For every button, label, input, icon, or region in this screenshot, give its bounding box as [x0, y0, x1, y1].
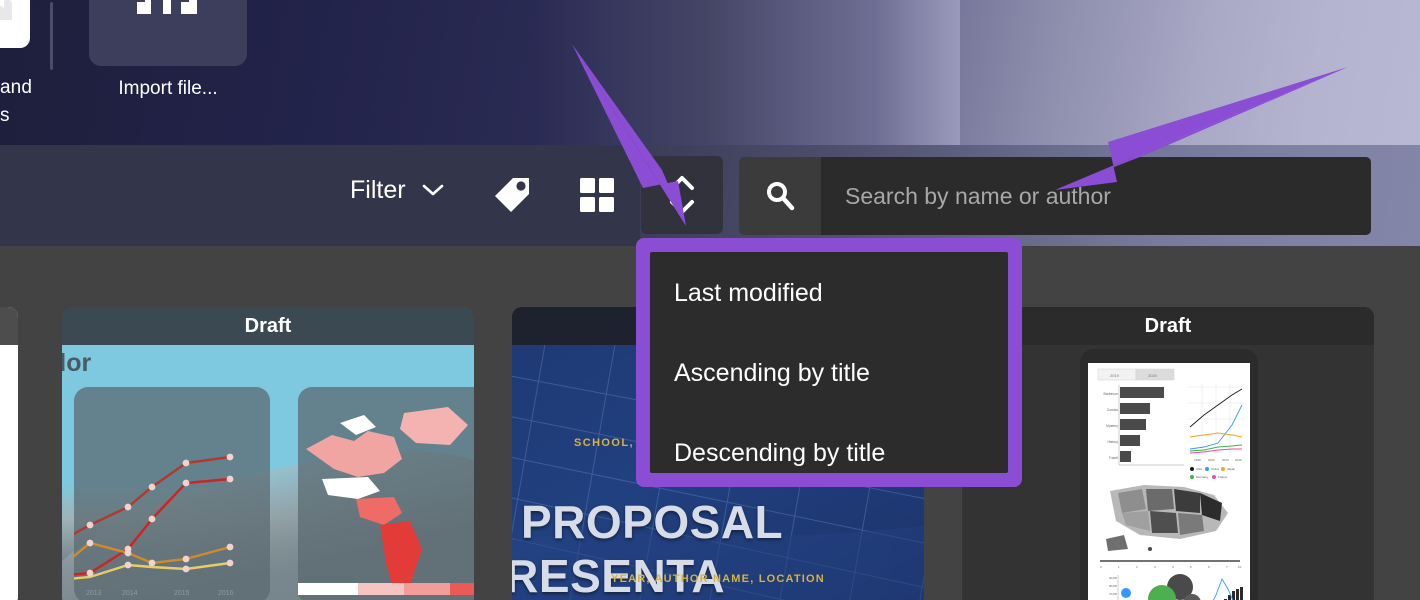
left-partial-label-line2: s: [0, 105, 10, 126]
svg-text:7: 7: [1226, 565, 1228, 569]
card-status-badge: Draft: [962, 307, 1374, 345]
device-frame: 2019 2020 Barbecue Comics Mystery Histor…: [1080, 349, 1258, 600]
sort-up-down-icon: [670, 176, 694, 214]
svg-text:5: 5: [1190, 565, 1192, 569]
svg-text:2: 2: [1136, 565, 1138, 569]
sort-option-last-modified[interactable]: Last modified: [674, 278, 1008, 358]
world-map-panel: [298, 387, 474, 600]
svg-text:0: 0: [1100, 565, 1102, 569]
sort-dropdown-list: Last modified Ascending by title Descend…: [650, 252, 1008, 473]
svg-text:4: 4: [1172, 565, 1174, 569]
filter-dropdown-button[interactable]: Filter: [350, 175, 444, 205]
card-thumbnail: olor: [62, 345, 474, 600]
header-divider: [50, 2, 53, 70]
svg-text:China: China: [1211, 467, 1219, 471]
import-brackets-icon: [137, 0, 197, 14]
search-bar: [739, 157, 1371, 235]
document-card[interactable]: Draft olor: [62, 307, 474, 600]
document-card[interactable]: [0, 307, 18, 600]
filter-label: Filter: [350, 176, 406, 204]
app-root: and s Import file... Filter Search by na…: [0, 0, 1420, 600]
world-map-chart: [298, 407, 474, 595]
tag-icon: [495, 178, 529, 212]
chart-hand-icon: [0, 0, 12, 20]
search-input[interactable]: [821, 157, 1371, 235]
card-thumbnail: 2019 2020 Barbecue Comics Mystery Histor…: [962, 345, 1374, 600]
svg-text:2013: 2013: [86, 590, 102, 597]
card-status-badge: [0, 307, 18, 345]
svg-text:80,000: 80,000: [1109, 584, 1117, 588]
grid-view-icon: [580, 178, 614, 212]
svg-text:2020: 2020: [1148, 373, 1158, 378]
card-thumbnail: [0, 345, 18, 600]
svg-text:1990: 1990: [1194, 458, 1201, 462]
search-submit-button[interactable]: [739, 157, 821, 235]
tag-filter-button[interactable]: [471, 156, 553, 234]
sort-option-descending[interactable]: Descending by title: [674, 438, 1008, 518]
svg-text:90,000: 90,000: [1109, 576, 1117, 580]
svg-text:2000: 2000: [1208, 458, 1215, 462]
svg-text:USA: USA: [1196, 467, 1202, 471]
svg-text:Germany: Germany: [1196, 475, 1209, 479]
svg-text:6: 6: [1208, 565, 1210, 569]
svg-text:2019: 2019: [1235, 458, 1242, 462]
left-partial-label: and s: [0, 74, 46, 130]
chevron-down-icon: [422, 184, 443, 196]
left-partial-label-line1: and: [0, 77, 33, 98]
svg-text:Japan: Japan: [1227, 467, 1236, 471]
dashboard-sheet: 2019 2020 Barbecue Comics Mystery Histor…: [1088, 363, 1250, 600]
sort-dropdown-menu: Last modified Ascending by title Descend…: [636, 238, 1022, 487]
line-chart-panel: 2013 2014 2015 2016: [67, 387, 270, 600]
sort-order-button[interactable]: [641, 156, 723, 234]
svg-text:2019: 2019: [1110, 373, 1120, 378]
search-icon: [767, 182, 795, 211]
slide-footer: YEAR, AUTHOR NAME, LOCATION: [611, 573, 825, 585]
svg-text:Barbecue: Barbecue: [1103, 392, 1118, 396]
svg-text:Mystery: Mystery: [1106, 424, 1118, 428]
svg-text:2010: 2010: [1222, 458, 1229, 462]
chart-hand-icon-tile[interactable]: [0, 0, 30, 48]
import-file-tile[interactable]: [89, 0, 247, 66]
svg-text:2014: 2014: [122, 590, 138, 597]
svg-text:2015: 2015: [174, 590, 190, 597]
svg-text:Comics: Comics: [1107, 408, 1119, 412]
dashboard-charts: 2019 2020 Barbecue Comics MysteryHistory …: [1097, 368, 1244, 600]
svg-text:Travel: Travel: [1109, 456, 1119, 460]
grid-view-button[interactable]: [556, 156, 638, 234]
svg-text:1: 1: [1118, 565, 1120, 569]
card-status-badge: Draft: [62, 307, 474, 345]
svg-text:70,000: 70,000: [1109, 592, 1117, 596]
svg-text:France: France: [1218, 475, 1228, 479]
slide-overlay-title: olor: [62, 349, 92, 377]
sort-option-ascending[interactable]: Ascending by title: [674, 358, 1008, 438]
top-header-strip: and s Import file...: [0, 0, 1420, 145]
document-card[interactable]: Draft 2019 2020 Barbecue Comics Mystery …: [962, 307, 1374, 600]
svg-text:3: 3: [1154, 565, 1156, 569]
header-gradient-fade: [540, 0, 960, 145]
line-chart: 2013 2014 2015 2016: [67, 453, 234, 597]
svg-text:10: 10: [1238, 565, 1242, 569]
svg-text:History: History: [1107, 440, 1118, 444]
svg-text:2016: 2016: [218, 590, 234, 597]
header-left-pane: [0, 0, 560, 145]
import-file-label: Import file...: [118, 78, 218, 99]
